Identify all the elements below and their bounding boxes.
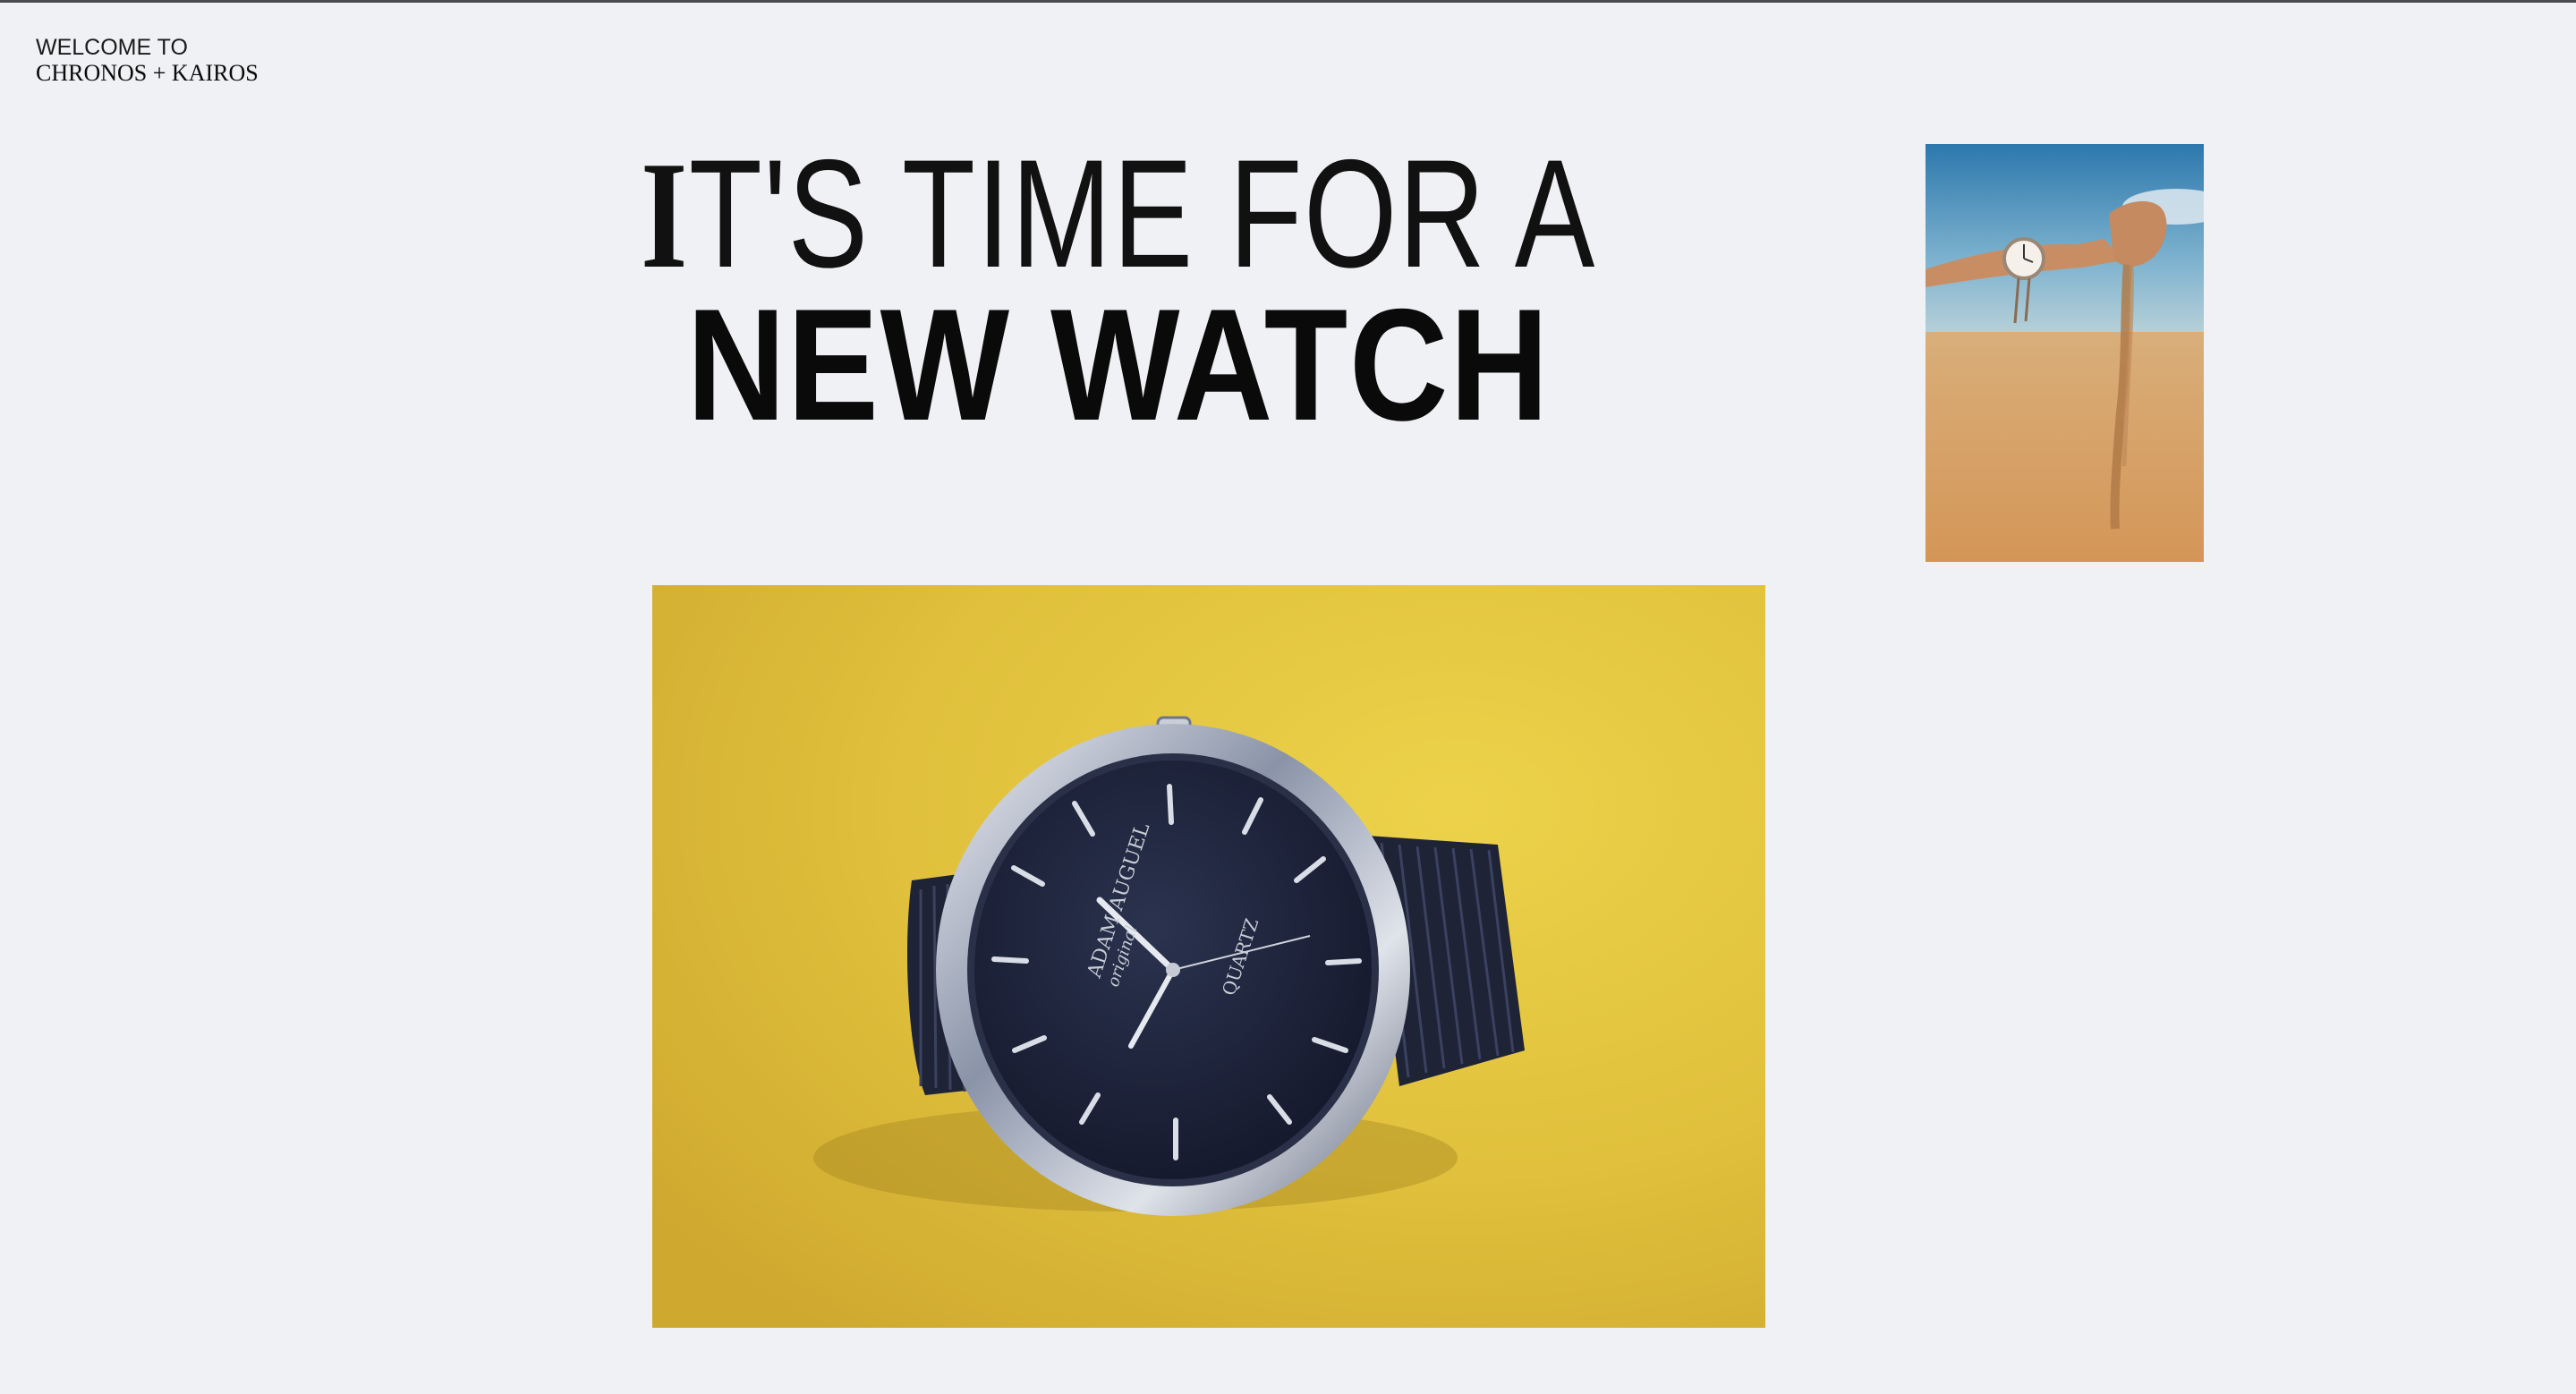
desert-watch-image	[1926, 144, 2204, 562]
brand-logo[interactable]: WELCOME TO CHRONOS + KAIROS	[36, 36, 259, 86]
headline-line-2: NEW WATCH	[686, 276, 1551, 454]
hero-watch-image: ADAM AUGUEL original QUARTZ	[652, 585, 1765, 1328]
brand-welcome: WELCOME TO	[36, 35, 188, 60]
brand-name: CHRONOS + KAIROS	[36, 60, 259, 87]
top-border	[0, 0, 2576, 3]
